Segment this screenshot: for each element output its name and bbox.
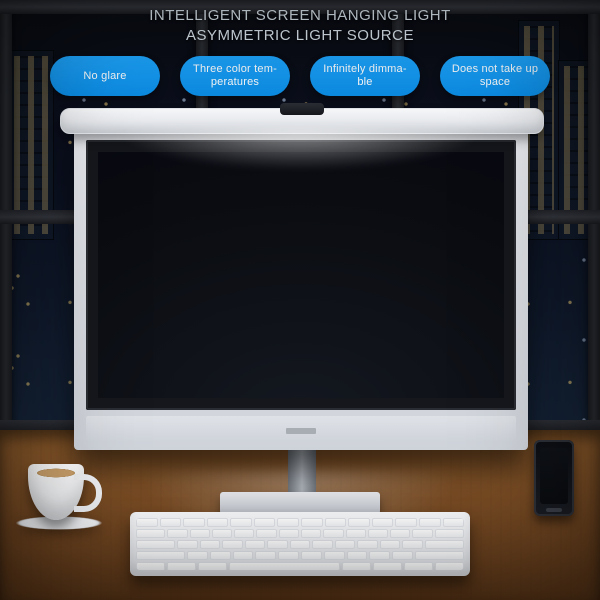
keyboard — [130, 512, 470, 576]
monitor — [74, 130, 528, 450]
monitor-chin — [86, 416, 516, 442]
feature-pill-no-glare: No glare — [50, 56, 160, 96]
keyboard-keys — [136, 518, 464, 570]
monitor-stand-base — [220, 492, 380, 514]
monitor-bezel — [86, 140, 516, 410]
feature-row: No glare Three color tem-peratures Infin… — [0, 56, 600, 96]
feature-pill-space: Does not take upspace — [440, 56, 550, 96]
screen-light-bar — [60, 108, 544, 134]
headline-line-2: ASYMMETRIC LIGHT SOURCE — [0, 26, 600, 46]
feature-pill-color-temp: Three color tem-peratures — [180, 56, 290, 96]
smartphone — [534, 440, 574, 516]
headline-line-1: INTELLIGENT SCREEN HANGING LIGHT — [0, 6, 600, 26]
headline: INTELLIGENT SCREEN HANGING LIGHT ASYMMET… — [0, 6, 600, 46]
monitor-panel — [98, 152, 504, 398]
feature-pill-dimmable: Infinitely dimma-ble — [310, 56, 420, 96]
product-scene: INTELLIGENT SCREEN HANGING LIGHT ASYMMET… — [0, 0, 600, 600]
